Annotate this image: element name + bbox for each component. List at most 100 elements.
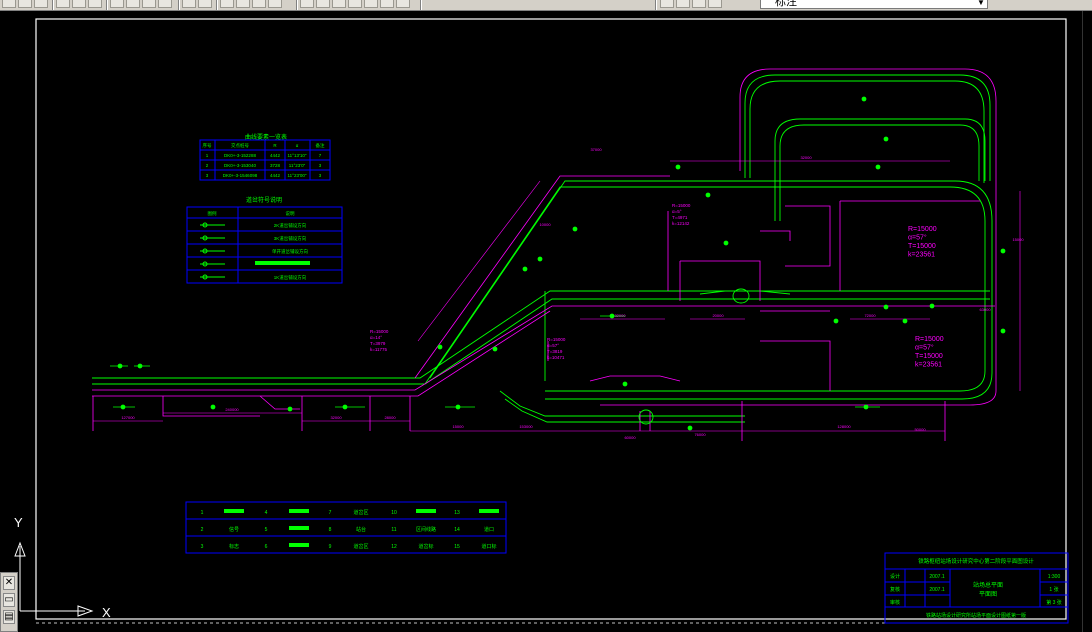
curve-label: k=11775	[370, 347, 388, 352]
title-block-designer: 设计	[890, 573, 900, 580]
close-icon[interactable]: ✕	[3, 576, 15, 590]
toolbar-separator	[296, 0, 298, 10]
legend-table-cell: 3K道岔铺设方向	[274, 235, 307, 242]
curve-label: T=3819	[547, 349, 563, 354]
open-icon[interactable]	[18, 0, 32, 8]
table-cell: 道岔区	[353, 509, 368, 516]
redo-icon[interactable]	[198, 0, 212, 8]
curve-label: T=4971	[672, 215, 688, 220]
track-lines	[92, 74, 993, 423]
curve-label: k=23561	[915, 362, 942, 369]
curve-label: α=57°	[547, 343, 559, 348]
title-block-footer: 铁路站场设计研究所站场平面设计图纸第一版	[926, 612, 1026, 619]
print-icon[interactable]	[56, 0, 70, 8]
undo-icon[interactable]	[182, 0, 196, 8]
dimension-label: 240000	[225, 407, 239, 412]
properties-icon[interactable]	[300, 0, 314, 8]
ucs-icon: Y X	[14, 515, 111, 620]
legend-table-cell: 2K道岔铺设方向	[274, 222, 307, 229]
table-cell: 道岔标	[418, 543, 433, 550]
zoom-window-icon[interactable]	[252, 0, 266, 8]
copy-icon[interactable]	[126, 0, 140, 8]
title-block-sub-name: 平面图	[979, 591, 997, 598]
help-icon[interactable]	[396, 0, 410, 8]
design-center-icon[interactable]	[316, 0, 330, 8]
dimension-label: 15000	[452, 424, 464, 429]
matchprop-icon[interactable]	[158, 0, 172, 8]
curve-table-cell: 1	[206, 153, 209, 158]
curve-table-cell: 4442	[270, 173, 281, 178]
curve-table-cell: DK0+-3-152288	[224, 153, 256, 158]
drawing-canvas[interactable]: 曲线要素一览表 序号 交点桩号 Rα 备注 1 DK0+-3-152288 4442 11°1…	[0, 11, 1092, 632]
calculator-icon[interactable]	[380, 0, 394, 8]
curve-table-cell: 4442	[270, 153, 281, 158]
legend-table-cell: 单开道岔铺设方向	[272, 248, 308, 255]
legend-table-cell: 1K道岔铺设方向	[274, 274, 307, 281]
table-cell: 10	[391, 510, 397, 516]
curve-table: 曲线要素一览表 序号 交点桩号 Rα 备注1 DK0+-3-152288 4442 11°1…	[199, 133, 331, 181]
curve-table-cell: 3	[206, 173, 209, 178]
table-symbol	[289, 509, 309, 513]
table-cell: 道口标	[481, 543, 496, 550]
dimension-label: 153000	[519, 424, 533, 429]
zoom-previous-icon[interactable]	[268, 0, 282, 8]
legend-bar	[255, 261, 310, 265]
dimension-label: 32000	[330, 415, 342, 420]
table-cell: 8	[329, 527, 332, 533]
new-icon[interactable]	[2, 0, 16, 8]
pan-icon[interactable]	[220, 0, 234, 8]
dimension-label: 76000	[694, 432, 706, 437]
curve-table-cell: 7	[319, 153, 322, 158]
dimension-label: 32000	[614, 313, 626, 318]
curve-table-header: R	[273, 143, 277, 148]
publish-icon[interactable]	[88, 0, 102, 8]
table-cell: 9	[329, 544, 332, 550]
table-cell: 13	[454, 510, 460, 516]
match-layer-icon[interactable]	[708, 0, 722, 8]
markup-icon[interactable]	[364, 0, 378, 8]
title-block-scale: 1:300	[1048, 574, 1061, 580]
paste-icon[interactable]	[142, 0, 156, 8]
dimension-label: 128000	[837, 424, 851, 429]
title-block-date1: 2007.1	[929, 574, 945, 580]
table-cell: 站台	[356, 526, 366, 533]
table-cell: 道岔区	[353, 543, 368, 550]
vertical-scrollbar[interactable]	[1082, 11, 1092, 632]
station-symbols	[638, 288, 750, 425]
layer-dropdown-value: 标注	[775, 0, 797, 8]
title-block: 铁路枢纽站场设计研究中心第二阶段平面图设计 站场总平面 平面图 1:300 1 …	[884, 552, 1069, 624]
curve-table-header: 序号	[203, 142, 212, 149]
layout-icon[interactable]: ▤	[3, 610, 15, 624]
curve-table-cell: DK0+-3-1546098	[223, 173, 258, 178]
ucs-y-label: Y	[14, 515, 23, 530]
curve-label: R=15000	[547, 337, 566, 342]
chevron-down-icon[interactable]: ▼	[976, 0, 986, 8]
table-symbol	[289, 526, 309, 530]
ucs-x-label: X	[102, 605, 111, 620]
sheetset-icon[interactable]	[348, 0, 362, 8]
curve-table-cell: 11°23'0"	[289, 163, 306, 168]
layer-manager-icon[interactable]	[660, 0, 674, 8]
window-icon[interactable]: ▭	[3, 593, 15, 607]
table-cell: 3	[201, 544, 204, 550]
toolbar-separator	[420, 0, 422, 10]
layer-state-icon[interactable]	[676, 0, 690, 8]
save-icon[interactable]	[34, 0, 48, 8]
legend-table-header: 图例	[208, 210, 217, 217]
curve-label: T=3979	[370, 341, 386, 346]
dimension-label: 50000	[914, 427, 926, 432]
cut-icon[interactable]	[110, 0, 124, 8]
preview-icon[interactable]	[72, 0, 86, 8]
legend-table-header: 说明	[286, 210, 295, 217]
table-cell: 4	[265, 510, 268, 516]
dimension-label: 20000	[712, 313, 724, 318]
zoom-realtime-icon[interactable]	[236, 0, 250, 8]
dimension-label: 72000	[864, 313, 876, 318]
layer-dropdown[interactable]: 标注 ▼	[760, 0, 988, 9]
title-block-approver: 审核	[890, 599, 900, 606]
toolbar-separator	[106, 0, 108, 10]
table-cell: 12	[391, 544, 397, 550]
curve-label: α=57°	[908, 234, 927, 242]
layer-prev-icon[interactable]	[692, 0, 706, 8]
tool-palette-icon[interactable]	[332, 0, 346, 8]
